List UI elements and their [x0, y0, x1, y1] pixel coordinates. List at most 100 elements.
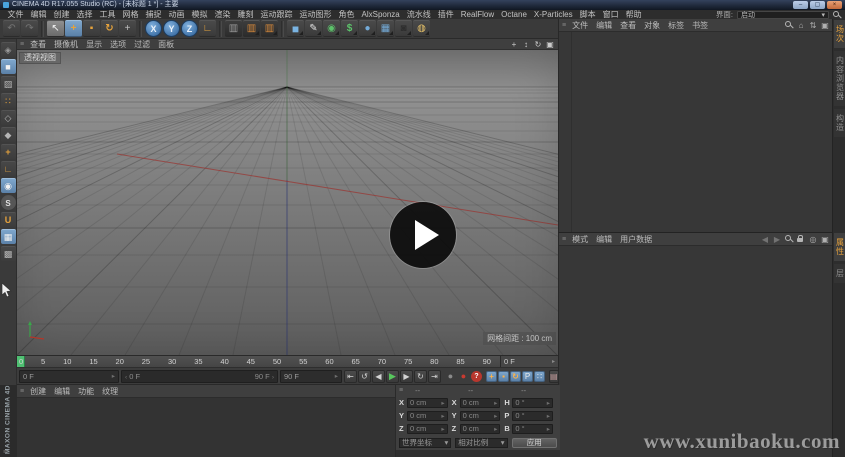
- dock-icon[interactable]: ▣: [821, 234, 829, 244]
- size-y-field[interactable]: 0 cm▸: [460, 411, 501, 421]
- focus-icon[interactable]: ◎: [809, 234, 817, 244]
- render-picture-viewer-icon[interactable]: ▥: [243, 20, 260, 37]
- viewport-menu-item[interactable]: 查看: [26, 39, 50, 50]
- close-button[interactable]: ×: [827, 1, 842, 9]
- viewport-menu-item[interactable]: 过滤: [130, 39, 154, 50]
- rotate-tool-icon[interactable]: ↻: [101, 20, 118, 37]
- dock-tab[interactable]: 属性: [834, 233, 845, 261]
- key-parameter-toggle[interactable]: P: [522, 371, 533, 382]
- zoom-view-icon[interactable]: ↕: [521, 40, 531, 49]
- apply-button[interactable]: 应用: [512, 438, 557, 448]
- menu-item[interactable]: RealFlow: [457, 10, 497, 19]
- polygon-mode-icon[interactable]: ◆: [1, 127, 16, 142]
- object-list-area[interactable]: [559, 32, 832, 232]
- material-manager-menu-item[interactable]: 纹理: [98, 386, 122, 397]
- viewport-menu-item[interactable]: 显示: [82, 39, 106, 50]
- snap-icon[interactable]: S: [1, 195, 16, 210]
- panel-drag-handle-icon[interactable]: ≡: [562, 22, 566, 29]
- search-icon[interactable]: [785, 235, 793, 243]
- position-z-field[interactable]: 0 cm▸: [407, 424, 448, 434]
- video-play-button[interactable]: [390, 202, 456, 268]
- key-rotation-toggle[interactable]: ↻: [510, 371, 521, 382]
- search-icon[interactable]: [785, 21, 793, 29]
- menu-item[interactable]: 创建: [50, 10, 73, 19]
- interface-dropdown[interactable]: 启动 ▾: [737, 11, 829, 19]
- play-button[interactable]: ▶: [386, 370, 399, 383]
- panel-drag-handle-icon[interactable]: ≡: [20, 41, 24, 48]
- search-icon[interactable]: [833, 11, 841, 19]
- menu-item[interactable]: 流水线: [403, 10, 434, 19]
- object-axis-icon[interactable]: +: [1, 144, 16, 159]
- object-manager-menu-item[interactable]: 查看: [616, 20, 640, 31]
- add-light-icon[interactable]: ◍: [413, 20, 430, 37]
- panel-drag-handle-icon[interactable]: ≡: [3, 449, 7, 456]
- menu-item[interactable]: 运动跟踪: [257, 10, 296, 19]
- end-frame-spinner[interactable]: 90 F ▸: [280, 370, 342, 383]
- preview-range-slider[interactable]: ‹ 0 F 90 F ›: [121, 370, 278, 383]
- keyframe-options-button[interactable]: ?: [471, 371, 482, 382]
- menu-item[interactable]: 选择: [73, 10, 96, 19]
- coordinate-system-icon[interactable]: ∟: [199, 20, 216, 37]
- viewport-view-label[interactable]: 透视视图: [19, 52, 61, 64]
- position-y-field[interactable]: 0 cm▸: [407, 411, 448, 421]
- menu-item[interactable]: 文件: [4, 10, 27, 19]
- maximize-button[interactable]: ▢: [810, 1, 825, 9]
- panel-drag-handle-icon[interactable]: ≡: [562, 236, 566, 243]
- next-frame-button[interactable]: ▶: [400, 370, 413, 383]
- panel-drag-handle-icon[interactable]: ≡: [399, 387, 403, 394]
- scale-tool-icon[interactable]: ▪: [83, 20, 100, 37]
- magnet-icon[interactable]: U: [1, 212, 16, 227]
- lock-z-axis-icon[interactable]: Z: [181, 20, 198, 37]
- add-spline-icon[interactable]: ✎: [305, 20, 322, 37]
- attribute-manager-menu-item[interactable]: 模式: [568, 234, 592, 245]
- live-selection-icon[interactable]: ↖: [47, 20, 64, 37]
- add-camera-icon[interactable]: ◙: [395, 20, 412, 37]
- attribute-manager-menu-item[interactable]: 用户数据: [616, 234, 656, 245]
- object-manager-menu-item[interactable]: 书签: [688, 20, 712, 31]
- dock-tab[interactable]: 层: [834, 264, 845, 283]
- size-z-field[interactable]: 0 cm▸: [460, 424, 501, 434]
- dock-tab[interactable]: 内容浏览器: [834, 51, 845, 106]
- rotation-p-field[interactable]: 0 °▸: [512, 411, 553, 421]
- workplane-icon[interactable]: ∟: [1, 161, 16, 176]
- menu-item[interactable]: 窗口: [599, 10, 622, 19]
- menu-item[interactable]: 网格: [119, 10, 142, 19]
- lock-y-axis-icon[interactable]: Y: [163, 20, 180, 37]
- dock-icon[interactable]: ▣: [821, 20, 829, 30]
- size-mode-dropdown[interactable]: 相对比例▾: [455, 438, 507, 448]
- panel-drag-handle-icon[interactable]: ≡: [20, 388, 24, 395]
- material-manager-menu-item[interactable]: 编辑: [50, 386, 74, 397]
- perspective-viewport[interactable]: 透视视图 网格间距 : 100 cm: [17, 50, 558, 355]
- rotate-view-icon[interactable]: ↻: [533, 40, 543, 49]
- menu-item[interactable]: 雕刻: [234, 10, 257, 19]
- menu-item[interactable]: 模拟: [188, 10, 211, 19]
- workplane-lock-icon[interactable]: ▦: [1, 229, 16, 244]
- menu-item[interactable]: 编辑: [27, 10, 50, 19]
- toolbar-separator[interactable]: [281, 21, 284, 37]
- add-deformer-icon[interactable]: $: [341, 20, 358, 37]
- material-manager-menu-item[interactable]: 功能: [74, 386, 98, 397]
- size-x-field[interactable]: 0 cm▸: [460, 398, 501, 408]
- key-position-toggle[interactable]: +: [486, 371, 497, 382]
- pan-view-icon[interactable]: +: [509, 40, 519, 49]
- goto-start-button[interactable]: ⇤: [344, 370, 357, 383]
- last-tool-icon[interactable]: +: [119, 20, 136, 37]
- point-mode-icon[interactable]: ∷: [1, 93, 16, 108]
- key-pla-toggle[interactable]: ∷: [534, 371, 545, 382]
- menu-item[interactable]: 渲染: [211, 10, 234, 19]
- model-mode-icon[interactable]: ■: [1, 59, 16, 74]
- sync-icon[interactable]: ⇅: [809, 20, 817, 30]
- menu-item[interactable]: 捕捉: [142, 10, 165, 19]
- stepper-icon[interactable]: ▸: [335, 372, 338, 380]
- loop-button[interactable]: ↻: [414, 370, 427, 383]
- rotation-h-field[interactable]: 0 °▸: [512, 398, 553, 408]
- move-tool-icon[interactable]: +: [65, 20, 82, 37]
- toolbar-separator[interactable]: [41, 21, 44, 37]
- lock-icon[interactable]: [797, 235, 805, 243]
- current-frame-box[interactable]: 0 F ▸: [500, 356, 558, 367]
- render-view-icon[interactable]: ▥: [225, 20, 242, 37]
- add-ground-icon[interactable]: ▦: [377, 20, 394, 37]
- menu-item[interactable]: AlxSponza: [358, 10, 403, 19]
- material-list-area[interactable]: [17, 398, 395, 457]
- previous-frame-button[interactable]: ◀: [372, 370, 385, 383]
